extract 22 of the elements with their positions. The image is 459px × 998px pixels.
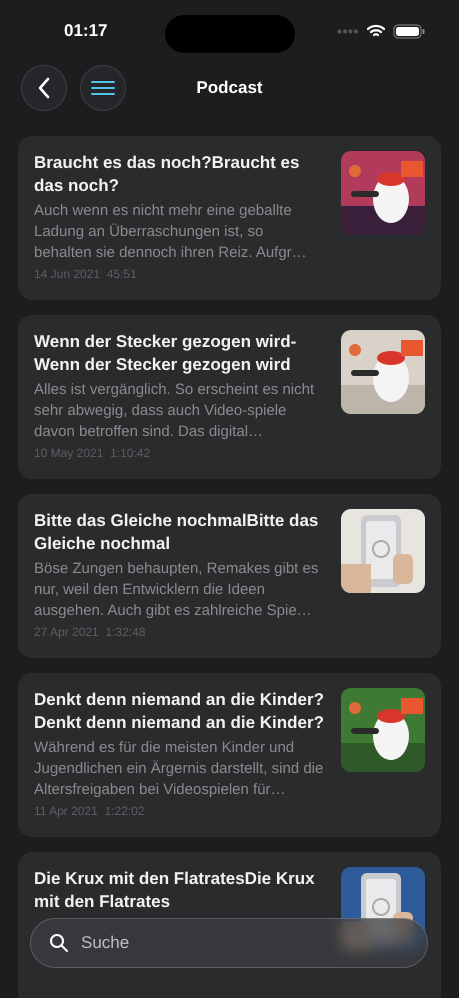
- wifi-icon: [367, 24, 385, 38]
- signal-icon: [337, 28, 359, 34]
- search-icon: [49, 933, 69, 953]
- episode-title: Denkt denn niemand an die Kinder? Denkt denn niemand an die Kinder?: [34, 689, 325, 734]
- episode-description: Auch wenn es nicht mehr eine geballte Ladung an Überraschungen ist, so behalten sie dennoch ihren Reiz. Aufgr…: [34, 201, 308, 263]
- episode-description: Böse Zungen behaupten, Remakes gibt es nur, weil den Entwicklern die Ideen ausgehen. Auch gibt es zahlreiche Spie…: [34, 559, 320, 621]
- status-time: 01:17: [64, 21, 108, 41]
- page-title: Podcast: [196, 78, 263, 98]
- back-button[interactable]: [21, 65, 67, 111]
- menu-button[interactable]: [80, 65, 126, 111]
- episode-title: Wenn der Stecker gezogen wird-Wenn der Stecker gezogen wird: [34, 331, 298, 376]
- episode-title: Die Krux mit den FlatratesDie Krux mit den Flatrates: [34, 868, 316, 913]
- episode-description: Während es für die meisten Kinder und Jugendlichen ein Ärgernis darstellt, sind die Altersfreigaben bei Videospielen für…: [34, 738, 324, 800]
- episode-description: Alles ist vergänglich. So erscheint es nicht sehr abwegig, dass auch Video-spiele davon betroffen sind. Das digital…: [34, 380, 316, 442]
- search-field[interactable]: Suche: [30, 918, 428, 968]
- battery-icon: [393, 24, 425, 38]
- episode-title: Bitte das Gleiche nochmalBitte das Gleiche nochmal: [34, 510, 320, 555]
- menu-icon: [91, 80, 115, 96]
- chevron-left-icon: [37, 77, 51, 99]
- episode-title: Braucht es das noch?Braucht es das noch?: [34, 152, 300, 197]
- episode-card[interactable]: [18, 673, 441, 837]
- search-input[interactable]: Suche: [79, 932, 409, 954]
